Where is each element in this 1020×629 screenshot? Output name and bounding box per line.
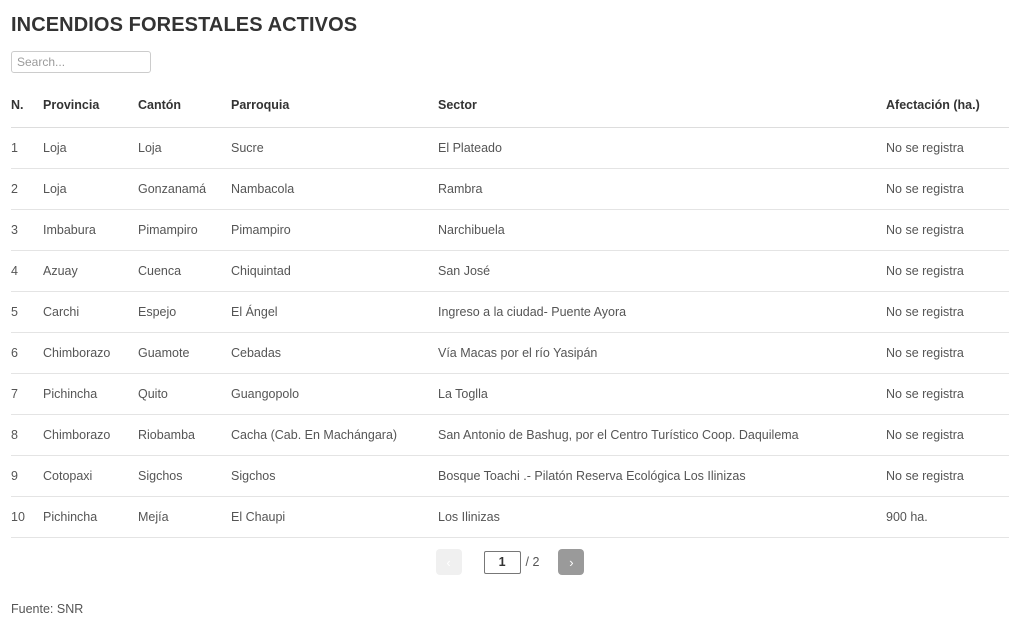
table-row[interactable]: 7 Pichincha Quito Guangopolo La Toglla N… <box>11 373 1009 415</box>
cell-provincia: Loja <box>43 127 138 169</box>
search-container <box>11 51 151 73</box>
cell-parroquia: Pimampiro <box>231 209 438 251</box>
previous-page-button[interactable]: ‹ <box>435 549 462 575</box>
column-header-afectacion[interactable]: Afectación (ha.) <box>886 98 1009 128</box>
cell-sector: Vía Macas por el río Yasipán <box>438 332 886 374</box>
cell-canton: Riobamba <box>138 414 231 456</box>
cell-afectacion: 900 ha. <box>886 496 1009 538</box>
cell-afectacion: No se registra <box>886 168 1009 210</box>
cell-provincia: Cotopaxi <box>43 455 138 497</box>
cell-n: 10 <box>11 496 43 538</box>
cell-n: 9 <box>11 455 43 497</box>
cell-canton: Loja <box>138 127 231 169</box>
table-row[interactable]: 8 Chimborazo Riobamba Cacha (Cab. En Mac… <box>11 414 1009 456</box>
cell-n: 4 <box>11 250 43 292</box>
column-header-n[interactable]: N. <box>11 98 43 128</box>
cell-provincia: Pichincha <box>43 373 138 415</box>
cell-afectacion: No se registra <box>886 127 1009 169</box>
cell-sector: San Antonio de Bashug, por el Centro Tur… <box>438 414 886 456</box>
cell-parroquia: Nambacola <box>231 168 438 210</box>
cell-canton: Pimampiro <box>138 209 231 251</box>
table-header-row: N. Provincia Cantón Parroquia Sector Afe… <box>11 98 1009 128</box>
cell-afectacion: No se registra <box>886 291 1009 333</box>
cell-provincia: Pichincha <box>43 496 138 538</box>
cell-canton: Espejo <box>138 291 231 333</box>
cell-canton: Quito <box>138 373 231 415</box>
cell-sector: Los Ilinizas <box>438 496 886 538</box>
cell-afectacion: No se registra <box>886 414 1009 456</box>
cell-canton: Cuenca <box>138 250 231 292</box>
table-row[interactable]: 5 Carchi Espejo El Ángel Ingreso a la ci… <box>11 291 1009 333</box>
cell-sector: El Plateado <box>438 127 886 169</box>
cell-provincia: Chimborazo <box>43 414 138 456</box>
table-row[interactable]: 10 Pichincha Mejía El Chaupi Los Iliniza… <box>11 496 1009 538</box>
cell-afectacion: No se registra <box>886 250 1009 292</box>
cell-provincia: Imbabura <box>43 209 138 251</box>
cell-sector: San José <box>438 250 886 292</box>
fires-table: N. Provincia Cantón Parroquia Sector Afe… <box>11 98 1009 538</box>
cell-n: 5 <box>11 291 43 333</box>
fires-table-container: N. Provincia Cantón Parroquia Sector Afe… <box>11 98 1009 538</box>
cell-provincia: Loja <box>43 168 138 210</box>
cell-n: 7 <box>11 373 43 415</box>
table-body: 1 Loja Loja Sucre El Plateado No se regi… <box>11 127 1009 538</box>
page-title: INCENDIOS FORESTALES ACTIVOS <box>11 14 358 36</box>
page-number-input[interactable] <box>483 550 521 574</box>
table-row[interactable]: 4 Azuay Cuenca Chiquintad San José No se… <box>11 250 1009 292</box>
cell-n: 1 <box>11 127 43 169</box>
cell-n: 6 <box>11 332 43 374</box>
cell-parroquia: El Ángel <box>231 291 438 333</box>
cell-provincia: Azuay <box>43 250 138 292</box>
cell-n: 3 <box>11 209 43 251</box>
cell-afectacion: No se registra <box>886 332 1009 374</box>
cell-parroquia: Cacha (Cab. En Machángara) <box>231 414 438 456</box>
cell-sector: Narchibuela <box>438 209 886 251</box>
table-row[interactable]: 1 Loja Loja Sucre El Plateado No se regi… <box>11 127 1009 169</box>
cell-sector: Rambra <box>438 168 886 210</box>
total-pages-label: / 2 <box>525 554 540 569</box>
cell-sector: La Toglla <box>438 373 886 415</box>
table-header: N. Provincia Cantón Parroquia Sector Afe… <box>11 98 1009 128</box>
cell-parroquia: Sucre <box>231 127 438 169</box>
cell-provincia: Chimborazo <box>43 332 138 374</box>
cell-provincia: Carchi <box>43 291 138 333</box>
cell-parroquia: Sigchos <box>231 455 438 497</box>
column-header-canton[interactable]: Cantón <box>138 98 231 128</box>
cell-afectacion: No se registra <box>886 373 1009 415</box>
table-row[interactable]: 9 Cotopaxi Sigchos Sigchos Bosque Toachi… <box>11 455 1009 497</box>
cell-canton: Sigchos <box>138 455 231 497</box>
search-input[interactable] <box>11 51 151 73</box>
table-row[interactable]: 6 Chimborazo Guamote Cebadas Vía Macas p… <box>11 332 1009 374</box>
column-header-sector[interactable]: Sector <box>438 98 886 128</box>
cell-canton: Mejía <box>138 496 231 538</box>
cell-afectacion: No se registra <box>886 455 1009 497</box>
table-row[interactable]: 2 Loja Gonzanamá Nambacola Rambra No se … <box>11 168 1009 210</box>
next-page-button[interactable]: › <box>558 549 585 575</box>
table-row[interactable]: 3 Imbabura Pimampiro Pimampiro Narchibue… <box>11 209 1009 251</box>
cell-parroquia: El Chaupi <box>231 496 438 538</box>
cell-parroquia: Guangopolo <box>231 373 438 415</box>
cell-parroquia: Cebadas <box>231 332 438 374</box>
cell-n: 2 <box>11 168 43 210</box>
cell-canton: Guamote <box>138 332 231 374</box>
cell-parroquia: Chiquintad <box>231 250 438 292</box>
column-header-provincia[interactable]: Provincia <box>43 98 138 128</box>
cell-afectacion: No se registra <box>886 209 1009 251</box>
column-header-parroquia[interactable]: Parroquia <box>231 98 438 128</box>
cell-sector: Ingreso a la ciudad- Puente Ayora <box>438 291 886 333</box>
cell-n: 8 <box>11 414 43 456</box>
pagination: ‹ / 2 › <box>0 549 1020 575</box>
cell-canton: Gonzanamá <box>138 168 231 210</box>
cell-sector: Bosque Toachi .- Pilatón Reserva Ecológi… <box>438 455 886 497</box>
source-note: Fuente: SNR <box>11 602 84 616</box>
